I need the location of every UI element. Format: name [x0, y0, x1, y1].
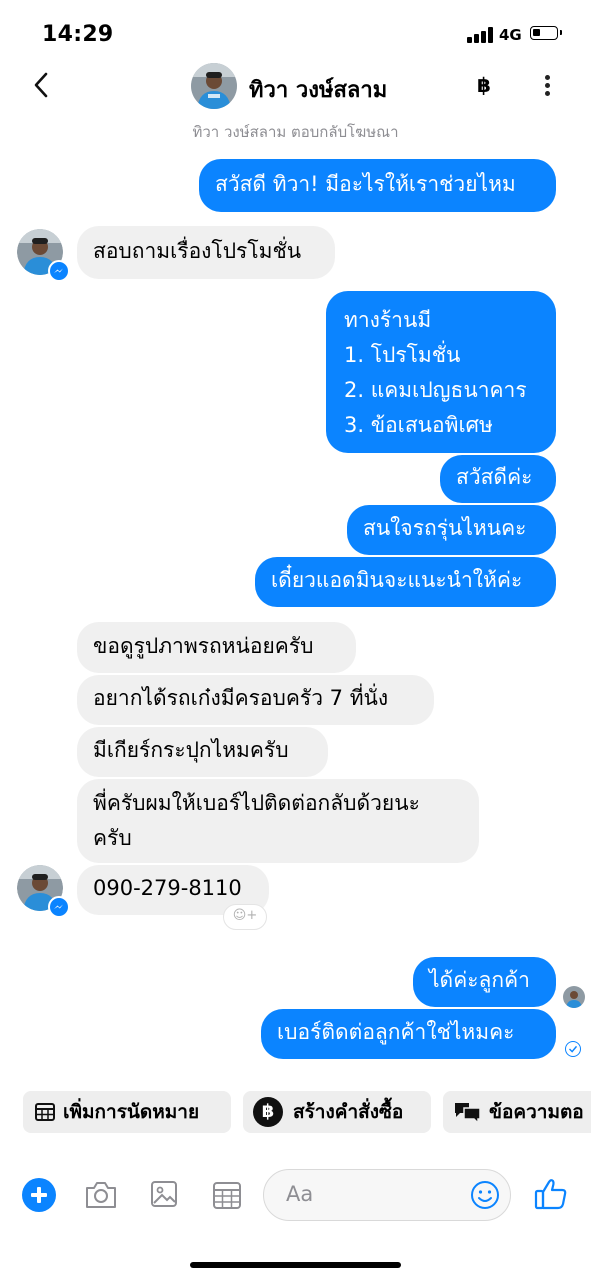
message-input[interactable]: Aa	[263, 1169, 511, 1221]
quick-reply-label: ข้อความตอ	[489, 1101, 584, 1123]
message-line: 1. โปรโมชั่น	[344, 343, 461, 367]
reply-context: ทิวา วงษ์สลาม ตอบกลับโฆษณา	[192, 123, 399, 141]
message-incoming[interactable]: มีเกียร์กระปุกไหมครับ	[77, 727, 328, 777]
baht-circle-icon: ฿	[253, 1097, 283, 1127]
more-icon[interactable]	[537, 72, 557, 100]
message-incoming[interactable]: อยากได้รถเก๋งมีครอบครัว 7 ที่นั่ง	[77, 675, 434, 725]
plus-icon[interactable]	[22, 1178, 56, 1212]
message-line: ทางร้านมี	[344, 308, 432, 332]
network-type: 4G	[499, 26, 522, 44]
message-outgoing-list[interactable]: ทางร้านมี 1. โปรโมชั่น 2. แคมเปญธนาคาร 3…	[326, 291, 556, 453]
delivered-check-icon	[565, 1041, 581, 1057]
camera-icon[interactable]	[84, 1180, 118, 1210]
message-line: 3. ข้อเสนอพิเศษ	[344, 413, 493, 437]
quick-reply-label: สร้างคำสั่งซื้อ	[293, 1101, 404, 1123]
status-time: 14:29	[42, 22, 114, 47]
thumbs-up-icon[interactable]	[533, 1176, 569, 1212]
quick-reply-create-order[interactable]: ฿ สร้างคำสั่งซื้อ	[243, 1091, 431, 1133]
status-bar: 14:29 4G	[0, 0, 591, 60]
message-input-placeholder: Aa	[286, 1182, 314, 1206]
avatar[interactable]	[191, 63, 237, 109]
message-outgoing[interactable]: สวัสดี ทิวา! มีอะไรให้เราช่วยไหม	[199, 159, 556, 212]
message-outgoing[interactable]: เบอร์ติดต่อลูกค้าใช่ไหมคะ	[261, 1009, 556, 1059]
message-outgoing[interactable]: ได้ค่ะลูกค้า	[413, 957, 556, 1007]
quick-reply-auto-message[interactable]: ข้อความตอ	[443, 1091, 591, 1133]
message-outgoing[interactable]: เดี๋ยวแอดมินจะแนะนำให้ค่ะ	[255, 557, 556, 607]
emoji-icon[interactable]	[470, 1180, 500, 1210]
battery-icon	[530, 26, 562, 40]
baht-icon[interactable]: ฿	[477, 73, 491, 97]
chat-bubbles-icon	[455, 1103, 481, 1125]
home-indicator	[190, 1262, 401, 1268]
message-incoming[interactable]: สอบถามเรื่องโปรโมชั่น	[77, 226, 335, 279]
quick-reply-appointment[interactable]: เพิ่มการนัดหมาย	[23, 1091, 231, 1133]
quick-reply-label: เพิ่มการนัดหมาย	[63, 1101, 200, 1123]
calendar-grid-icon[interactable]	[212, 1180, 242, 1210]
message-outgoing[interactable]: สนใจรถรุ่นไหนคะ	[347, 505, 556, 555]
seen-avatar	[563, 986, 585, 1008]
messenger-badge-icon	[48, 896, 70, 918]
image-icon[interactable]	[150, 1180, 178, 1208]
calendar-icon	[35, 1103, 55, 1121]
add-reaction-icon[interactable]: ☺+	[223, 904, 267, 930]
contact-name[interactable]: ทิวา วงษ์สลาม	[249, 72, 387, 107]
message-line: ครับ	[93, 826, 132, 850]
signal-icon	[467, 27, 495, 43]
messenger-badge-icon	[48, 260, 70, 282]
message-line: 2. แคมเปญธนาคาร	[344, 378, 527, 402]
message-incoming[interactable]: ขอดูรูปภาพรถหน่อยครับ	[77, 622, 356, 673]
back-icon[interactable]	[28, 70, 56, 100]
message-line: พี่ครับผมให้เบอร์ไปติดต่อกลับด้วยนะ	[93, 791, 420, 815]
message-outgoing[interactable]: สวัสดีค่ะ	[440, 455, 556, 503]
message-incoming-multiline[interactable]: พี่ครับผมให้เบอร์ไปติดต่อกลับด้วยนะ ครับ	[77, 779, 479, 863]
